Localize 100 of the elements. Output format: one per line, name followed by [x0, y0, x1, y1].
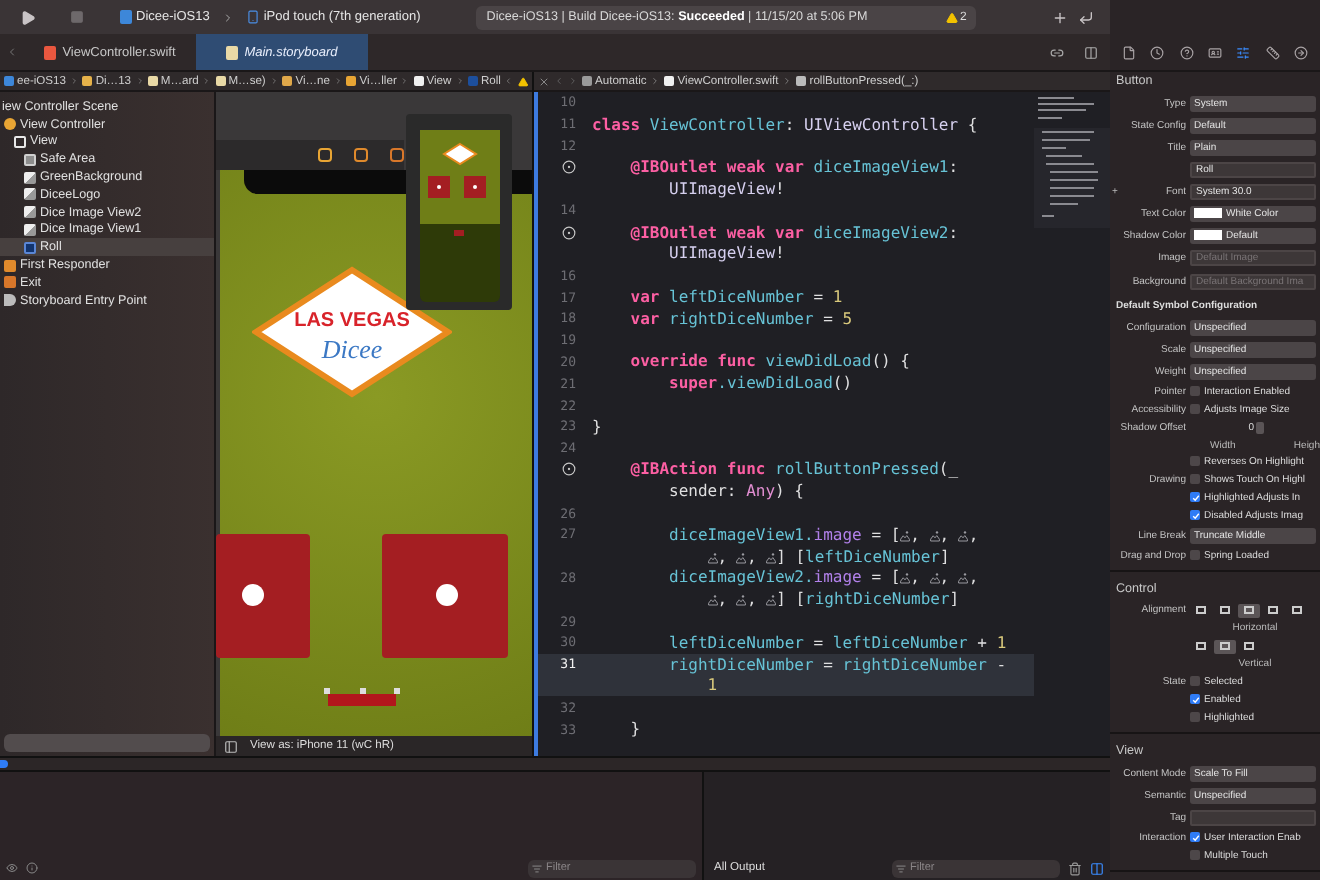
id-card-icon[interactable] [1207, 45, 1222, 59]
dashed-square-icon [24, 153, 36, 166]
warning-icon[interactable] [517, 75, 528, 87]
trash-icon[interactable] [1068, 861, 1082, 875]
cube-icon[interactable] [354, 148, 368, 162]
control-icon [24, 241, 36, 254]
outlet-connection-icon[interactable] [562, 462, 576, 477]
chevron-icon [333, 76, 343, 86]
storyboard-file-icon [226, 45, 239, 59]
alignment-segment[interactable] [1190, 639, 1212, 653]
chevron-icon [650, 76, 661, 86]
file-icon [4, 76, 14, 86]
color-swatch [1194, 230, 1222, 240]
app-icon [120, 10, 132, 24]
code-line: sender: Any) { [667, 482, 804, 501]
add-button[interactable] [1052, 9, 1068, 25]
code-line: diceImageView2.image = [ , , , [667, 568, 979, 587]
checkbox[interactable] [1190, 550, 1200, 560]
file-icon[interactable] [1121, 45, 1136, 59]
filter-icon [532, 863, 542, 873]
dice-pip [436, 584, 458, 606]
resize-handle[interactable] [324, 688, 330, 694]
clock-icon[interactable] [1150, 45, 1165, 59]
dice-pip [242, 584, 264, 606]
code-line: leftDiceNumber = leftDiceNumber + 1 [667, 633, 1007, 652]
info-icon[interactable] [26, 862, 38, 874]
help-icon[interactable] [1179, 45, 1194, 59]
checkbox[interactable] [1190, 492, 1200, 502]
arrow-circle-icon[interactable] [1294, 45, 1309, 59]
outlet-connection-icon[interactable] [562, 160, 576, 175]
code-line: rightDiceNumber = rightDiceNumber - [667, 655, 1007, 674]
exit-icon[interactable] [390, 148, 404, 162]
code-line: super.viewDidLoad() [667, 374, 853, 393]
code-line: @IBOutlet weak var diceImageView1: [628, 158, 959, 177]
code-line: , , ] [rightDiceNumber] [592, 590, 960, 609]
sliders-icon[interactable] [1236, 45, 1251, 59]
run-button[interactable] [20, 9, 36, 25]
chevron-icon [455, 76, 464, 86]
image-literal-icon [958, 572, 969, 585]
toggle-icon[interactable] [0, 760, 8, 768]
resize-handle[interactable] [394, 688, 400, 694]
file-icon [82, 76, 93, 86]
logo-title: LAS VEGAS [294, 310, 410, 332]
checkbox[interactable] [1190, 510, 1200, 520]
return-button[interactable] [1078, 9, 1094, 25]
file-icon [147, 76, 158, 86]
checkbox[interactable] [1190, 676, 1200, 686]
chevron-icon [202, 76, 212, 86]
checkbox[interactable] [1190, 404, 1200, 414]
close-icon[interactable] [538, 75, 550, 87]
outlet-connection-icon[interactable] [562, 225, 576, 240]
image-literal-icon [900, 572, 911, 585]
exit-icon [4, 276, 16, 289]
image-literal-icon [707, 594, 718, 607]
code-line: @IBAction func rollButtonPressed(_ [628, 460, 959, 479]
code-line: class ViewController: UIViewController { [592, 115, 978, 134]
device-icon [245, 10, 260, 24]
link-icon[interactable] [1050, 45, 1064, 59]
code-line: UIImageView! [667, 180, 785, 199]
alignment-segment[interactable] [1286, 603, 1308, 617]
checkbox[interactable] [1190, 850, 1200, 860]
circle-icon [4, 118, 16, 131]
image-literal-icon [929, 572, 940, 585]
filter-icon [896, 863, 906, 873]
panel-icon[interactable] [224, 739, 238, 753]
alignment-segment[interactable] [1214, 639, 1236, 653]
swift-file-icon [44, 45, 57, 59]
code-line: , , ] [leftDiceNumber] [592, 547, 950, 566]
checkbox[interactable] [1190, 712, 1200, 722]
image-literal-icon [958, 529, 969, 542]
checkbox[interactable] [1190, 456, 1200, 466]
text-field[interactable] [1190, 809, 1316, 825]
warning-icon [945, 11, 958, 23]
file-icon [582, 76, 592, 86]
checkbox[interactable] [1190, 386, 1200, 396]
split-view-icon[interactable] [1090, 861, 1104, 875]
eye-icon[interactable] [6, 862, 18, 874]
checkbox[interactable] [1190, 694, 1200, 704]
checkbox[interactable] [1190, 832, 1200, 842]
code-line: } [592, 417, 602, 436]
filter-field[interactable] [4, 734, 210, 752]
alignment-segment[interactable] [1238, 603, 1260, 617]
code-line: var rightDiceNumber = 5 [628, 309, 853, 328]
file-icon [796, 76, 807, 86]
resize-handle[interactable] [360, 688, 366, 694]
checkbox[interactable] [1190, 474, 1200, 484]
code-line: diceImageView1.image = [ , , , [667, 525, 979, 544]
ruler-icon[interactable] [1265, 45, 1280, 59]
file-icon [467, 76, 478, 86]
split-editor-icon[interactable] [1084, 45, 1098, 59]
alignment-segment[interactable] [1262, 603, 1284, 617]
logo-script: Dicee [321, 334, 383, 364]
alignment-segment[interactable] [1190, 603, 1212, 617]
file-icon [413, 76, 424, 86]
alignment-segment[interactable] [1214, 603, 1236, 617]
chevron-icon [269, 76, 279, 86]
chevron-icon [221, 11, 234, 23]
chevron-icon [135, 76, 144, 86]
alignment-segment[interactable] [1238, 639, 1260, 653]
code-line: override func viewDidLoad() { [628, 352, 910, 371]
